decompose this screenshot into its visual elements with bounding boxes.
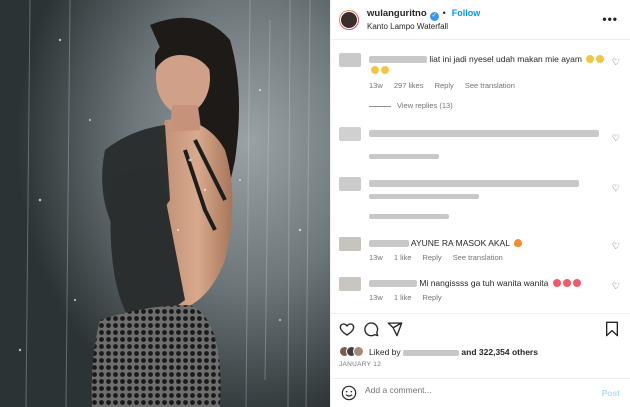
reply-button[interactable]: Reply: [422, 293, 441, 302]
comment-meta-blurred: [369, 211, 458, 220]
comment-text: liat ini jadi nyesel udah makan mie ayam: [369, 54, 605, 64]
post-button[interactable]: Post: [602, 388, 620, 398]
sad-emoji-icon: [371, 66, 379, 74]
commenter-avatar[interactable]: [339, 177, 361, 191]
comment-text-cont: [369, 65, 389, 75]
comment-input[interactable]: [365, 385, 585, 395]
see-translation-link[interactable]: See translation: [465, 81, 515, 90]
commenter-avatar[interactable]: [339, 53, 361, 67]
commenter-avatar[interactable]: [339, 237, 361, 251]
comment-item: AYUNE RA MASOK AKAL 13w 1 like Reply See…: [339, 237, 620, 271]
comment-heart-icon[interactable]: ♡: [612, 281, 620, 292]
comment-item: ♡: [339, 177, 620, 221]
post-header: wulanguritno ✓ • Follow Kanto Lampo Waterfa…: [331, 0, 630, 40]
comment-item: liat ini jadi nyesel udah makan mie ayam…: [339, 53, 620, 123]
comment-time: 13w: [369, 253, 383, 262]
fire-emoji-icon: [514, 239, 523, 247]
comment-meta-blurred: [369, 151, 448, 160]
comment-time: 13w: [369, 293, 383, 302]
action-bar: [331, 313, 630, 343]
more-icon[interactable]: •••: [602, 12, 618, 26]
comment-meta: 13w 1 like Reply: [369, 293, 451, 302]
separator-dot: •: [442, 7, 446, 18]
comment-heart-icon[interactable]: ♡: [612, 57, 620, 68]
author-username[interactable]: wulanguritno: [367, 8, 427, 19]
sad-emoji-icon: [381, 66, 389, 74]
comment-text-blurred: [369, 178, 579, 188]
comment-item: ♡: [339, 127, 620, 167]
comment-likes[interactable]: 297 likes: [394, 81, 424, 90]
comment-likes[interactable]: 1 like: [394, 253, 412, 262]
instagram-post: wulanguritno ✓ • Follow Kanto Lampo Waterfa…: [0, 0, 630, 407]
heart-eyes-emoji-icon: [572, 279, 581, 287]
post-location[interactable]: Kanto Lampo Waterfall: [367, 21, 480, 32]
post-side-panel: wulanguritno ✓ • Follow Kanto Lampo Waterfa…: [330, 0, 630, 407]
comments-list[interactable]: liat ini jadi nyesel udah makan mie ayam…: [331, 41, 630, 313]
share-icon[interactable]: [387, 321, 403, 337]
sad-emoji-icon: [596, 55, 605, 63]
reply-button[interactable]: Reply: [422, 253, 441, 262]
likes-row: Liked by and 322,354 others: [339, 344, 620, 360]
commenter-avatar[interactable]: [339, 277, 361, 291]
comment-icon[interactable]: [363, 321, 379, 337]
comment-time: 13w: [369, 81, 383, 90]
liker-avatars[interactable]: [339, 346, 365, 357]
post-date: JANUARY 12: [339, 361, 382, 368]
add-comment-bar: Post: [331, 378, 630, 407]
bookmark-icon[interactable]: [604, 321, 620, 337]
photo-illustration: [0, 0, 330, 407]
author-avatar[interactable]: [339, 9, 359, 30]
comment-heart-icon[interactable]: ♡: [612, 133, 620, 144]
post-photo[interactable]: [0, 0, 330, 407]
follow-button[interactable]: Follow: [452, 8, 481, 18]
heart-eyes-emoji-icon: [562, 279, 571, 287]
comment-text: Mi nangissss ga tuh wanita wanita: [369, 278, 581, 288]
see-translation-link[interactable]: See translation: [453, 253, 503, 262]
heart-eyes-emoji-icon: [552, 279, 561, 287]
likes-text[interactable]: Liked by and 322,354 others: [369, 347, 538, 357]
comment-text-blurred: [369, 128, 599, 138]
heart-icon[interactable]: [339, 321, 355, 337]
comment-text: AYUNE RA MASOK AKAL: [369, 238, 523, 248]
comment-meta: 13w 1 like Reply See translation: [369, 253, 512, 262]
reply-button[interactable]: Reply: [435, 81, 454, 90]
emoji-icon[interactable]: [341, 385, 357, 401]
comment-meta: 13w 297 likes Reply See translation: [369, 81, 524, 90]
comment-heart-icon[interactable]: ♡: [612, 241, 620, 252]
verified-icon: ✓: [429, 11, 439, 21]
comment-item: Mi nangissss ga tuh wanita wanita 13w 1 …: [339, 277, 620, 311]
commenter-avatar[interactable]: [339, 127, 361, 141]
sad-emoji-icon: [586, 55, 595, 63]
comment-heart-icon[interactable]: ♡: [612, 183, 620, 194]
view-replies-link[interactable]: View replies (13): [369, 101, 453, 110]
comment-likes[interactable]: 1 like: [394, 293, 412, 302]
comment-text-blurred: [369, 191, 479, 201]
